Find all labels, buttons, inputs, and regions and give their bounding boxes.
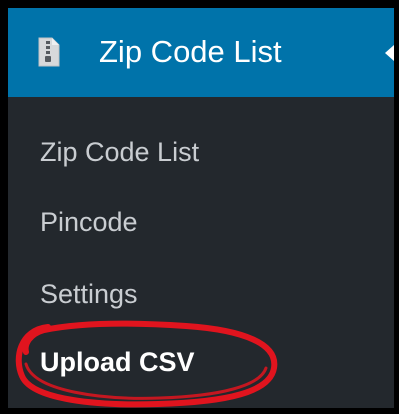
- admin-sidebar-menu: Zip Code List Zip Code List Pincode Sett…: [8, 8, 394, 408]
- menu-header-zip-code-list[interactable]: Zip Code List: [8, 8, 394, 97]
- menu-title: Zip Code List: [99, 34, 282, 69]
- submenu-item-zip-code-list[interactable]: Zip Code List: [40, 136, 199, 168]
- submenu-item-settings[interactable]: Settings: [40, 278, 138, 310]
- collapse-arrow-icon: [385, 45, 394, 61]
- screenshot-frame: Zip Code List Zip Code List Pincode Sett…: [0, 0, 399, 414]
- submenu-item-upload-csv[interactable]: Upload CSV: [40, 346, 195, 378]
- submenu-item-pincode[interactable]: Pincode: [40, 206, 138, 238]
- document-icon: [38, 37, 60, 67]
